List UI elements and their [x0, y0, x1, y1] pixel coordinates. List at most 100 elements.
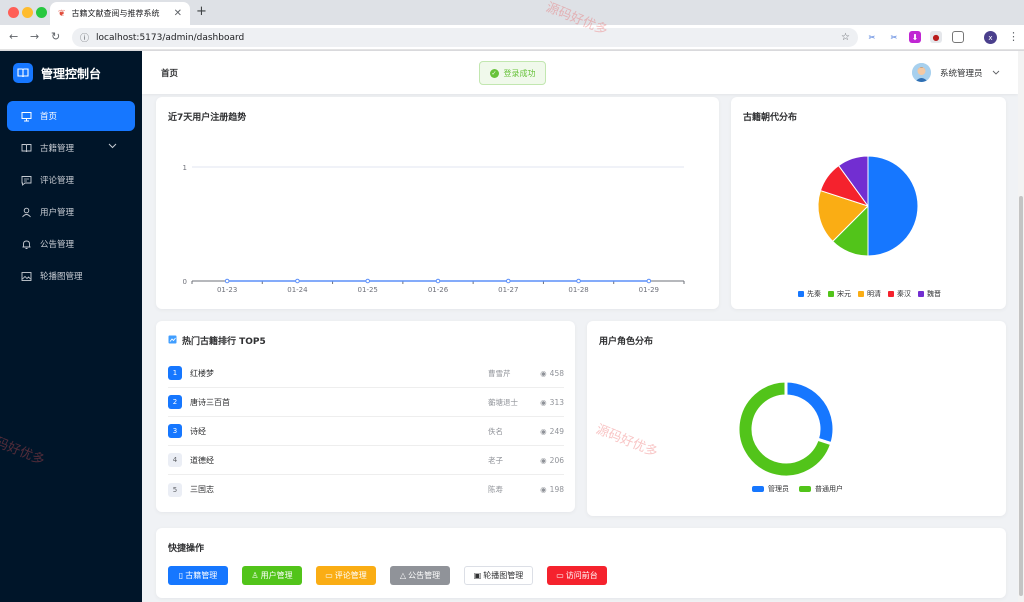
close-window-button[interactable] — [8, 7, 19, 18]
x-tick-label: 01-24 — [287, 286, 308, 294]
sidebar-item-announcements[interactable]: 公告管理 — [7, 229, 135, 259]
book-author: 陈寿 — [488, 485, 503, 494]
browser-toolbar: ← → ↻ ⓘ localhost:5173/admin/dashboard ☆… — [0, 25, 1024, 50]
button-label: 轮播图管理 — [483, 571, 524, 580]
dynasty-legend: 先秦 宋元 明清 秦汉 魏晋 — [798, 289, 948, 299]
bookmark-star-icon[interactable]: ☆ — [841, 32, 850, 43]
registration-trend-card: 近7天用户注册趋势 0 1 01-23 01-24 01-25 01-26 01-27 01-… — [156, 97, 719, 309]
top-books-card: 热门古籍排行 TOP5 1 红楼梦 曹雪芹 ◉ 458 2 唐诗三百首 蘅塘退士 … — [156, 321, 575, 512]
visit-frontend-button[interactable]: ▭ 访问前台 — [547, 566, 607, 585]
users-management-button[interactable]: ♙ 用户管理 — [242, 566, 302, 585]
site-info-icon[interactable]: ⓘ — [80, 31, 89, 44]
main-content: 首页 ✓ 登录成功 系统管理员 近7天用户注册趋势 0 1 01-23 01-24 01… — [142, 51, 1018, 602]
check-circle-icon: ✓ — [489, 68, 499, 78]
sidebar-item-users[interactable]: 用户管理 — [7, 197, 135, 227]
tab-title: 古籍文献查阅与推荐系统 — [71, 9, 160, 18]
ghost-extension-icon[interactable]: ● — [930, 31, 942, 43]
image-icon — [21, 270, 33, 282]
legend-label: 普通用户 — [815, 485, 843, 493]
book-name: 诗经 — [190, 426, 206, 436]
legend-swatch — [799, 486, 811, 492]
book-author: 老子 — [488, 455, 503, 465]
books-management-button[interactable]: ▯ 古籍管理 — [168, 566, 228, 585]
sidebar-item-label: 公告管理 — [40, 240, 75, 250]
list-item[interactable]: 2 唐诗三百首 蘅塘退士 ◉ 313 — [168, 388, 564, 417]
book-name: 唐诗三百首 — [190, 397, 230, 407]
legend-item[interactable]: 明清 — [858, 289, 881, 299]
legend-label: 宋元 — [837, 290, 851, 298]
data-point — [295, 278, 300, 284]
legend-label: 明清 — [867, 290, 881, 298]
user-menu[interactable]: 系统管理员 — [912, 63, 1000, 82]
puzzle-extension-icon[interactable] — [952, 31, 964, 43]
sidebar-item-label: 古籍管理 — [40, 144, 75, 154]
minimize-window-button[interactable] — [22, 7, 33, 18]
sidebar-item-books[interactable]: 古籍管理 — [7, 133, 135, 163]
legend-item[interactable]: 先秦 — [798, 289, 821, 299]
comments-management-button[interactable]: ▭ 评论管理 — [316, 566, 376, 585]
data-point — [646, 278, 652, 284]
rank-badge: 1 — [168, 366, 182, 380]
comment-icon — [21, 174, 33, 186]
rank-badge: 3 — [168, 424, 182, 438]
breadcrumb[interactable]: 首页 — [161, 67, 178, 79]
data-point — [365, 278, 371, 284]
view-count: ◉ 313 — [540, 398, 564, 407]
dynasty-pie-chart — [817, 155, 919, 257]
back-icon[interactable]: ← — [9, 30, 18, 43]
view-count-value: 313 — [549, 397, 564, 407]
new-tab-button[interactable]: + — [196, 4, 207, 19]
sidebar-item-home[interactable]: 首页 — [7, 101, 135, 131]
eye-icon: ◉ — [540, 455, 547, 465]
button-label: 用户管理 — [260, 571, 293, 580]
card-title: 快捷操作 — [168, 544, 205, 554]
legend-item[interactable]: 普通用户 — [799, 484, 843, 494]
legend-item[interactable]: 宋元 — [828, 289, 851, 299]
list-item[interactable]: 5 三国志 陈寿 ◉ 198 — [168, 475, 564, 504]
sidebar-item-comments[interactable]: 评论管理 — [7, 165, 135, 195]
book-icon: ▯ — [178, 571, 184, 580]
rank-badge: 2 — [168, 395, 182, 409]
eye-icon: ◉ — [540, 368, 547, 378]
list-item[interactable]: 3 诗经 佚名 ◉ 249 — [168, 417, 564, 446]
brand-title: 管理控制台 — [41, 66, 102, 81]
reload-icon[interactable]: ↻ — [51, 30, 60, 43]
announcements-management-button[interactable]: △ 公告管理 — [390, 566, 450, 585]
zoom-window-button[interactable] — [36, 7, 47, 18]
user-roles-legend: 管理员 普通用户 — [752, 484, 853, 494]
carousel-management-button[interactable]: ▣ 轮播图管理 — [464, 566, 533, 585]
avatar — [912, 63, 931, 82]
profile-avatar[interactable]: x — [984, 31, 997, 44]
scrollbar-thumb[interactable] — [1019, 196, 1023, 596]
view-count-value: 198 — [549, 485, 564, 494]
toast-text: 登录成功 — [503, 68, 536, 78]
close-tab-icon[interactable]: ✕ — [174, 8, 182, 19]
forward-icon[interactable]: → — [30, 30, 39, 43]
chevron-down-icon — [108, 142, 117, 152]
sidebar-item-label: 用户管理 — [40, 208, 75, 218]
address-bar[interactable]: ⓘ localhost:5173/admin/dashboard ☆ — [72, 28, 858, 47]
download-extension-icon[interactable]: ⬇ — [909, 31, 921, 43]
page-scrollbar[interactable] — [1018, 51, 1024, 602]
browser-menu-icon[interactable]: ⋮ — [1008, 30, 1019, 43]
browser-tab[interactable]: ❦ 古籍文献查阅与推荐系统 ✕ — [50, 2, 190, 25]
legend-item[interactable]: 秦汉 — [888, 289, 911, 299]
user-icon — [21, 206, 33, 218]
list-item[interactable]: 4 道德经 老子 ◉ 206 — [168, 446, 564, 475]
book-name: 道德经 — [190, 455, 214, 465]
view-count: ◉ 249 — [540, 427, 564, 436]
scissors-extension-icon[interactable]: ✂ — [866, 31, 878, 43]
legend-swatch — [798, 291, 804, 297]
legend-item[interactable]: 魏晋 — [918, 289, 941, 299]
data-point — [224, 278, 230, 284]
book-author: 曹雪芹 — [488, 368, 511, 378]
sidebar-item-carousel[interactable]: 轮播图管理 — [7, 261, 135, 291]
user-icon: ♙ — [251, 571, 259, 580]
list-item[interactable]: 1 红楼梦 曹雪芹 ◉ 458 — [168, 359, 564, 388]
legend-item[interactable]: 管理员 — [752, 484, 789, 494]
legend-label: 秦汉 — [897, 290, 911, 298]
legend-swatch — [752, 486, 764, 492]
x-tick-label: 01-28 — [568, 286, 588, 294]
scissors-extension-icon-2[interactable]: ✂ — [888, 31, 900, 43]
bell-icon — [21, 238, 33, 250]
